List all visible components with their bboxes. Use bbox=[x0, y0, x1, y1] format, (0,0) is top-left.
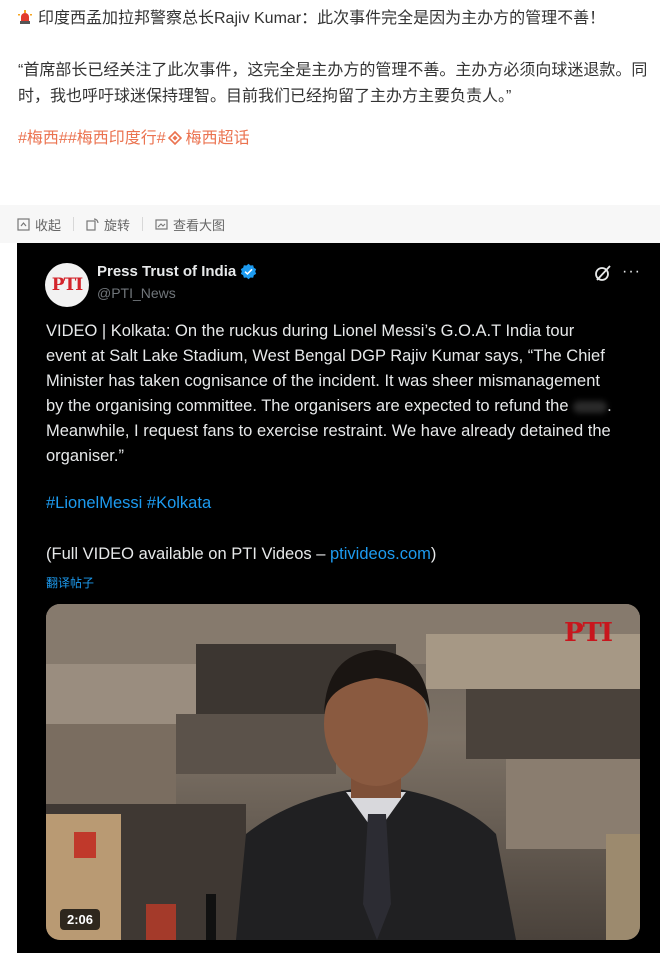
headline-text: 印度西孟加拉邦警察总长Rajiv Kumar：此次事件完全是因为主办方的管理不善… bbox=[38, 10, 606, 27]
avatar[interactable]: PTI bbox=[45, 263, 89, 307]
post-quote: “首席部长已经关注了此次事件，这完全是主办方的管理不善。主办方必须向球迷退款。同… bbox=[18, 62, 648, 105]
post-tags: #梅西##梅西印度行# 梅西超话 bbox=[18, 126, 658, 152]
grok-icon[interactable] bbox=[593, 263, 613, 283]
verified-badge-icon bbox=[241, 263, 257, 280]
video-duration-badge: 2:06 bbox=[60, 909, 101, 930]
ptivideos-link[interactable]: ptivideos.com bbox=[330, 545, 431, 563]
hashtag-kolkata[interactable]: #Kolkata bbox=[147, 494, 211, 512]
full-video-prefix: (Full VIDEO available on PTI Videos – bbox=[46, 545, 330, 563]
video-frame bbox=[46, 604, 640, 940]
rotate-button[interactable]: 旋转 bbox=[86, 215, 130, 234]
collapse-icon bbox=[17, 217, 30, 231]
rotate-icon bbox=[86, 217, 99, 231]
tweet-text: VIDEO | Kolkata: On the ruckus during Li… bbox=[46, 319, 616, 469]
toolbar-divider bbox=[142, 217, 144, 231]
toolbar-divider bbox=[73, 217, 75, 231]
collapse-button[interactable]: 收起 bbox=[17, 215, 61, 234]
rotate-label: 旋转 bbox=[104, 217, 131, 233]
super-topic-icon bbox=[167, 131, 182, 145]
account-handle[interactable]: @PTI_News bbox=[97, 285, 176, 301]
video-pti-watermark: PTI bbox=[563, 618, 613, 648]
view-large-button[interactable]: 查看大图 bbox=[155, 215, 225, 234]
view-large-label: 查看大图 bbox=[173, 217, 226, 233]
pti-logo-text: PTI bbox=[51, 274, 83, 295]
redacted-blur bbox=[573, 400, 608, 413]
post-headline: 印度西孟加拉邦警察总长Rajiv Kumar：此次事件完全是因为主办方的管理不善… bbox=[18, 6, 658, 32]
full-video-suffix: ) bbox=[430, 545, 437, 563]
account-name: Press Trust of India bbox=[97, 263, 237, 280]
siren-icon bbox=[18, 10, 32, 24]
tweet-screenshot[interactable]: PTI Press Trust of India @PTI_News ··· V… bbox=[17, 243, 660, 953]
tweet-text-part1: VIDEO | Kolkata: On the ruckus during Li… bbox=[46, 322, 605, 415]
image-icon bbox=[155, 218, 168, 230]
more-options-icon[interactable]: ··· bbox=[622, 263, 641, 281]
account-name-row[interactable]: Press Trust of India bbox=[97, 263, 257, 280]
tag-messi-india-tour[interactable]: #梅西印度行# bbox=[68, 130, 166, 147]
image-toolbar: 收起 旋转 查看大图 bbox=[0, 205, 660, 243]
translate-post-link[interactable]: 翻译帖子 bbox=[46, 574, 94, 591]
hashtag-lionelmessi[interactable]: #LionelMessi bbox=[46, 494, 142, 512]
collapse-label: 收起 bbox=[35, 217, 62, 233]
video-player[interactable]: PTI 2:06 bbox=[46, 604, 640, 940]
tag-messi[interactable]: #梅西# bbox=[18, 130, 68, 147]
full-video-line: (Full VIDEO available on PTI Videos – pt… bbox=[46, 545, 436, 564]
tweet-hashtags: #LionelMessi #Kolkata bbox=[46, 494, 211, 513]
post-content: 印度西孟加拉邦警察总长Rajiv Kumar：此次事件完全是因为主办方的管理不善… bbox=[18, 6, 658, 152]
tag-messi-super-topic[interactable]: 梅西超话 bbox=[186, 130, 250, 147]
